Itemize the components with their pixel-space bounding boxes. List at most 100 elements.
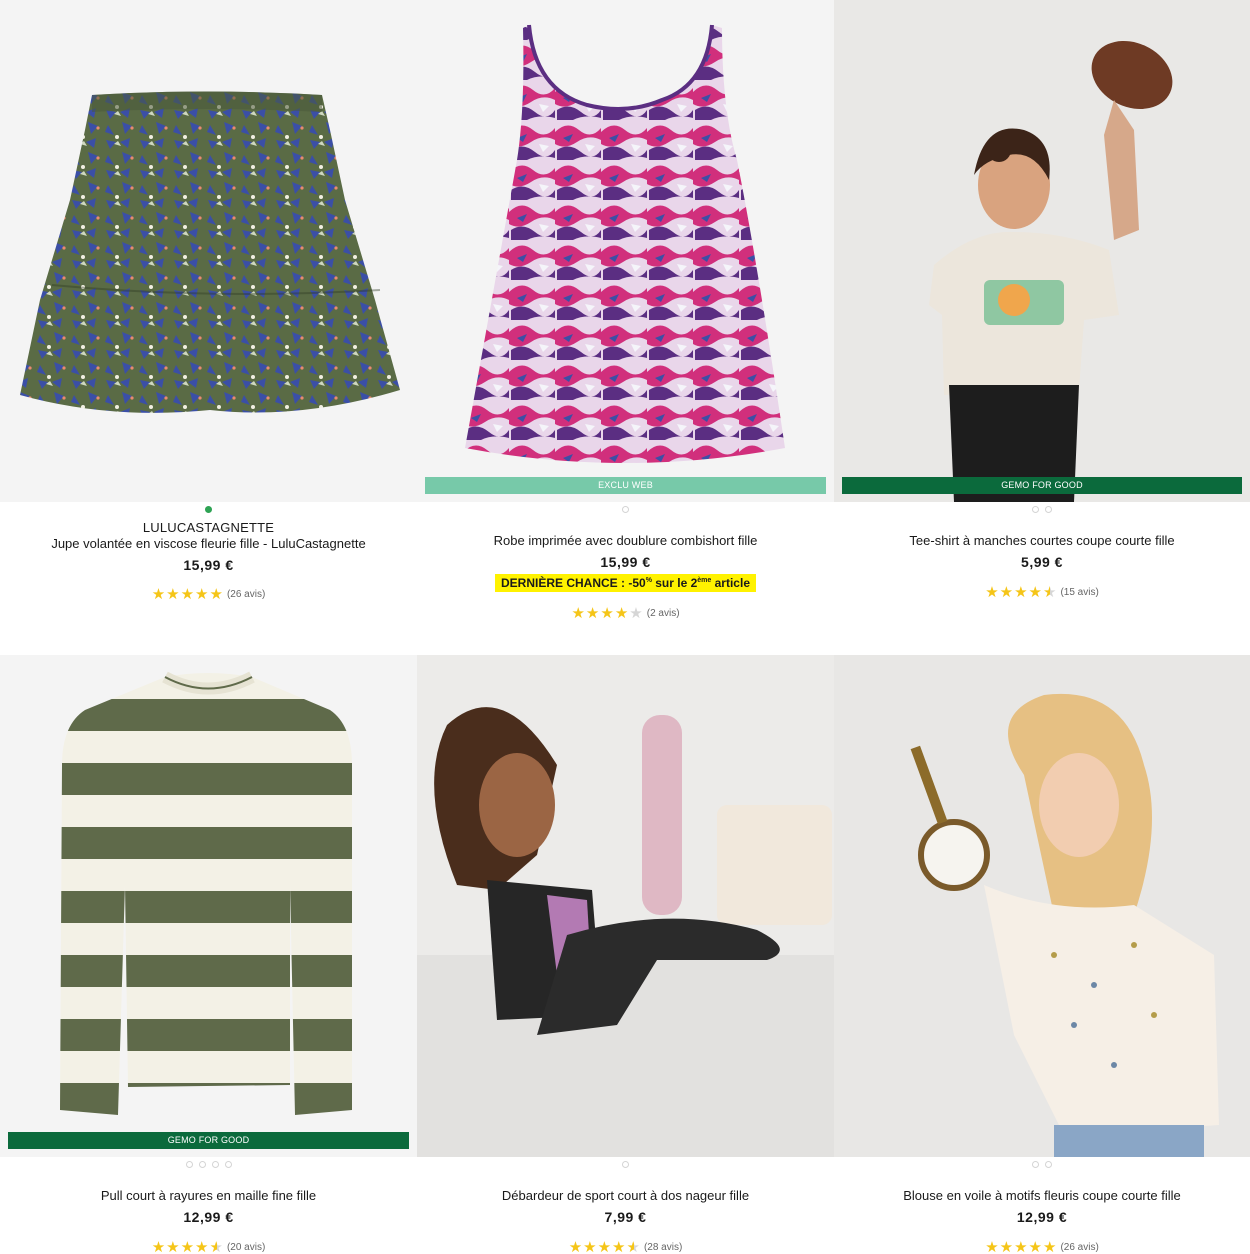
product-grid: LULUCASTAGNETTE Jupe volantée en viscose… [0, 0, 1250, 1254]
gemo-for-good-badge: GEMO FOR GOOD [842, 477, 1242, 494]
color-swatches[interactable] [834, 506, 1250, 516]
skirt-shape [20, 91, 400, 413]
rating-stars: ★ ★ ★ ★ ★ [152, 1240, 223, 1254]
product-image[interactable]: GEMO FOR GOOD [0, 655, 417, 1157]
color-swatches[interactable] [834, 1161, 1250, 1171]
magnifier-shape [918, 819, 990, 891]
product-image[interactable]: EXCLU WEB [417, 0, 834, 502]
star-icon: ★ [999, 1239, 1014, 1254]
star-icon: ★ [985, 584, 999, 601]
review-count[interactable]: (15 avis) [1060, 587, 1098, 598]
exclu-web-badge: EXCLU WEB [425, 477, 826, 494]
star-icon: ★ [629, 605, 643, 622]
star-icon: ★ [1028, 1239, 1042, 1254]
product-rating: ★ ★ ★ ★ ★ (2 avis) [417, 606, 834, 621]
rating-stars: ★ ★ ★ ★ ★ [985, 1240, 1056, 1254]
rating-stars: ★ ★ ★ ★ ★ [152, 587, 223, 602]
product-rating: ★ ★ ★ ★ ★ (15 avis) [834, 585, 1250, 600]
sweater-shape [60, 673, 352, 1115]
review-count[interactable]: (26 avis) [1060, 1242, 1098, 1253]
review-count[interactable]: (26 avis) [227, 589, 265, 600]
product-title[interactable]: Pull court à rayures en maille fine fill… [0, 1188, 417, 1204]
star-half-icon: ★ [1043, 584, 1057, 601]
product-title[interactable]: Robe imprimée avec doublure combishort f… [417, 533, 834, 549]
color-swatch[interactable] [1045, 1161, 1052, 1168]
product-brand: LULUCASTAGNETTE [142, 520, 275, 535]
color-swatch[interactable] [205, 506, 212, 513]
product-card[interactable]: Blouse en voile à motifs fleuris coupe c… [834, 655, 1250, 1254]
color-swatch[interactable] [1032, 506, 1039, 513]
product-title[interactable]: Tee-shirt à manches courtes coupe courte… [834, 533, 1250, 549]
star-icon: ★ [999, 584, 1014, 601]
star-icon: ★ [568, 1239, 583, 1254]
color-swatch[interactable] [1032, 1161, 1039, 1168]
gemo-for-good-badge: GEMO FOR GOOD [8, 1132, 409, 1149]
promo-banner: DERNIÈRE CHANCE : -50% sur le 2ème artic… [494, 574, 756, 592]
product-image[interactable] [834, 655, 1250, 1157]
star-icon: ★ [597, 1239, 612, 1254]
color-swatch[interactable] [198, 1161, 206, 1168]
star-icon: ★ [585, 605, 600, 622]
product-title[interactable]: Jupe volantée en viscose fleurie fille -… [0, 536, 417, 552]
color-swatch[interactable] [211, 1161, 219, 1168]
product-card[interactable]: GEMO FOR GOOD Pull court à rayures en ma… [0, 655, 417, 1254]
star-icon: ★ [195, 586, 209, 603]
review-count[interactable]: (20 avis) [227, 1242, 265, 1253]
product-image[interactable] [0, 0, 417, 502]
product-card[interactable]: LULUCASTAGNETTE Jupe volantée en viscose… [0, 0, 417, 602]
product-price: 12,99 € [1016, 1209, 1068, 1225]
rating-stars: ★ ★ ★ ★ ★ [571, 606, 642, 621]
product-card[interactable]: EXCLU WEB Robe imprimée avec doublure co… [417, 0, 834, 621]
star-icon: ★ [166, 586, 180, 603]
star-icon: ★ [1014, 584, 1028, 601]
review-count[interactable]: (2 avis) [647, 608, 680, 619]
review-count[interactable]: (28 avis) [644, 1242, 682, 1253]
product-title[interactable]: Débardeur de sport court à dos nageur fi… [417, 1188, 834, 1204]
star-icon: ★ [600, 605, 614, 622]
color-swatches[interactable] [417, 506, 834, 516]
star-icon: ★ [571, 605, 585, 622]
product-price: 5,99 € [1021, 554, 1063, 570]
promo-text: -50 [628, 576, 646, 590]
product-rating: ★ ★ ★ ★ ★ (20 avis) [0, 1240, 417, 1254]
product-price: 15,99 € [183, 557, 234, 573]
product-card[interactable]: Débardeur de sport court à dos nageur fi… [417, 655, 834, 1254]
color-swatch[interactable] [1045, 506, 1052, 513]
color-swatches[interactable] [417, 1161, 834, 1171]
product-card[interactable]: GEMO FOR GOOD Tee-shirt à manches courte… [834, 0, 1250, 600]
color-swatches[interactable] [0, 1161, 417, 1171]
star-icon: ★ [180, 586, 195, 603]
star-icon: ★ [151, 586, 166, 603]
dress-shape [465, 25, 785, 463]
star-icon: ★ [1014, 1239, 1028, 1254]
product-image[interactable] [417, 655, 834, 1157]
star-icon: ★ [195, 1239, 209, 1254]
color-swatches[interactable] [0, 506, 417, 516]
product-title[interactable]: Blouse en voile à motifs fleuris coupe c… [834, 1188, 1250, 1204]
star-icon: ★ [151, 1239, 166, 1254]
star-icon: ★ [166, 1239, 180, 1254]
color-swatch[interactable] [185, 1161, 193, 1168]
color-swatch[interactable] [622, 1161, 629, 1168]
color-swatch[interactable] [224, 1161, 232, 1168]
rating-stars: ★ ★ ★ ★ ★ [569, 1240, 640, 1254]
promo-label: DERNIÈRE CHANCE : [500, 576, 625, 590]
star-icon: ★ [180, 1239, 195, 1254]
star-icon: ★ [1028, 584, 1042, 601]
product-price: 7,99 € [604, 1209, 647, 1225]
product-price: 12,99 € [183, 1209, 234, 1225]
star-icon: ★ [583, 1239, 597, 1254]
product-price: 15,99 € [600, 554, 651, 570]
football-shape [1091, 40, 1173, 110]
promo-text: article [711, 576, 750, 590]
star-icon: ★ [209, 586, 223, 603]
promo-text: sur le 2 [651, 576, 698, 590]
product-rating: ★ ★ ★ ★ ★ (26 avis) [0, 587, 417, 602]
color-swatch[interactable] [622, 506, 629, 513]
product-image[interactable]: GEMO FOR GOOD [834, 0, 1250, 502]
star-icon: ★ [612, 1239, 626, 1254]
star-icon: ★ [1043, 1239, 1057, 1254]
promo-sup: ème [697, 577, 712, 584]
star-icon: ★ [614, 605, 629, 622]
rating-stars: ★ ★ ★ ★ ★ [985, 585, 1056, 600]
